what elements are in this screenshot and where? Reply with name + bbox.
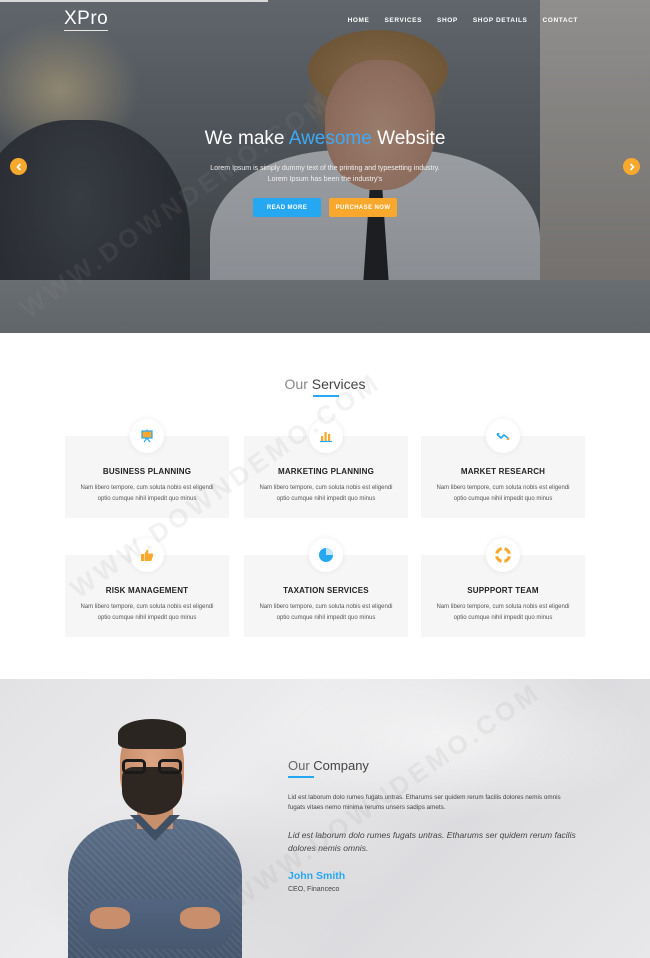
trend-chart-icon (496, 433, 510, 440)
company-text: Lid est laborum dolo rumes fugats untras… (288, 794, 561, 811)
services-title-light: Our (284, 376, 308, 392)
company-section: Our Company Lid est laborum dolo rumes f… (0, 679, 650, 958)
service-text: Nam libero tempore, cum soluta nobis est… (80, 604, 214, 621)
service-icon-wrap (486, 419, 520, 453)
service-text: Nam libero tempore, cum soluta nobis est… (259, 485, 393, 502)
service-text: Nam libero tempore, cum soluta nobis est… (259, 604, 393, 621)
nav-contact[interactable]: CONTACT (543, 17, 579, 24)
hero-buttons: READ MORE PURCHASE NOW (0, 198, 650, 217)
services-title: Our Services (0, 376, 650, 392)
read-more-button[interactable]: READ MORE (253, 198, 321, 217)
service-title: TAXATION SERVICES (283, 586, 369, 595)
hero-title: We make Awesome Website (0, 128, 650, 150)
photo-hand-right (180, 907, 220, 929)
service-icon-wrap (309, 538, 343, 572)
slider-next-button[interactable] (623, 158, 640, 175)
thumbs-up-icon (141, 549, 154, 561)
main-nav: HOME SERVICES SHOP SHOP DETAILS CONTACT (348, 17, 578, 24)
company-title-strong: Company (313, 758, 369, 773)
service-title: BUSINESS PLANNING (102, 467, 192, 476)
slider-prev-button[interactable] (10, 158, 27, 175)
company-quote: Lid est laborum dolo rumes fugats untras… (288, 830, 576, 853)
service-text: Nam libero tempore, cum soluta nobis est… (436, 604, 570, 621)
service-card-support-team[interactable]: SUPPPORT TEAM Nam libero tempore, cum so… (421, 538, 585, 637)
photo-hand-left (90, 907, 130, 929)
pie-chart-icon (319, 548, 333, 562)
purchase-now-button[interactable]: PURCHASE NOW (329, 198, 397, 217)
services-section: Our Services BUSINESS PLANNING Nam liber… (0, 333, 650, 679)
nav-shop-details[interactable]: SHOP DETAILS (473, 17, 528, 24)
service-card-risk-management[interactable]: RISK MANAGEMENT Nam libero tempore, cum … (65, 538, 229, 637)
service-title: MARKET RESEARCH (460, 467, 546, 476)
service-icon-wrap (309, 419, 343, 453)
hero-title-pre: We make (204, 128, 285, 149)
chevron-left-icon (15, 162, 21, 171)
service-icon-wrap (130, 419, 164, 453)
nav-shop[interactable]: SHOP (437, 17, 458, 24)
chevron-right-icon (629, 162, 635, 171)
service-icon-wrap (486, 538, 520, 572)
lifebuoy-icon (495, 547, 511, 563)
nav-services[interactable]: SERVICES (384, 17, 422, 24)
company-title: Our Company (288, 758, 369, 773)
service-icon-wrap (130, 538, 164, 572)
bar-chart-icon (320, 432, 332, 443)
services-title-underline (313, 395, 339, 397)
ceo-role: CEO, Financeco (288, 886, 340, 893)
photo-glasses (122, 759, 182, 775)
site-logo[interactable]: XPro (64, 9, 109, 31)
photo-hair (118, 719, 186, 749)
hero-title-post: Website (377, 128, 446, 149)
loading-bar (0, 0, 268, 2)
service-card-taxation-services[interactable]: TAXATION SERVICES Nam libero tempore, cu… (244, 538, 408, 637)
service-card-marketing-planning[interactable]: MARKETING PLANNING Nam libero tempore, c… (244, 419, 408, 518)
hero-title-accent: Awesome (288, 128, 372, 149)
services-title-strong: Services (311, 376, 366, 392)
service-card-market-research[interactable]: MARKET RESEARCH Nam libero tempore, cum … (421, 419, 585, 518)
ceo-photo (60, 719, 250, 958)
service-text: Nam libero tempore, cum soluta nobis est… (436, 485, 570, 502)
company-title-light: Our (288, 758, 310, 773)
company-title-underline (288, 776, 314, 778)
service-title: RISK MANAGEMENT (105, 586, 189, 595)
presentation-board-icon (141, 429, 153, 443)
service-text: Nam libero tempore, cum soluta nobis est… (80, 485, 214, 502)
ceo-name: John Smith (288, 870, 346, 882)
hero-text: Lorem Ipsum is simply dummy text of the … (210, 165, 440, 183)
nav-home[interactable]: HOME (348, 17, 370, 24)
service-title: MARKETING PLANNING (277, 467, 375, 476)
hero-content: We make Awesome Website Lorem Ipsum is s… (0, 128, 650, 217)
service-card-business-planning[interactable]: BUSINESS PLANNING Nam libero tempore, cu… (65, 419, 229, 518)
service-title: SUPPPORT TEAM (467, 586, 539, 595)
